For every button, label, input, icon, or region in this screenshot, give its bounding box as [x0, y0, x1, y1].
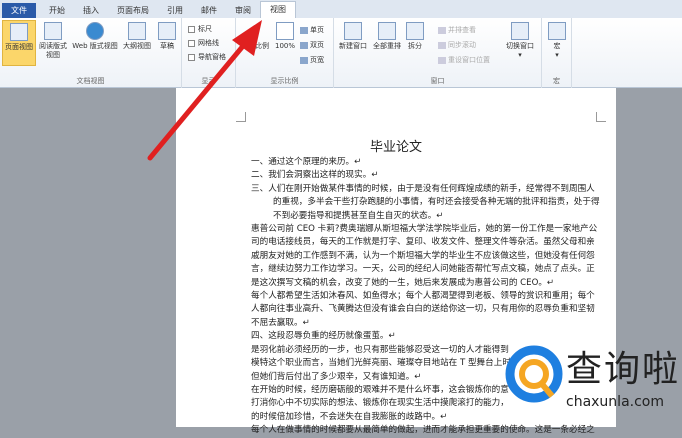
group-macros: 宏 ▾ 宏	[542, 18, 572, 88]
arrange-icon	[378, 22, 396, 40]
document-line: 一、通过这个原理的来历。↵	[251, 157, 362, 167]
label: 重设窗口位置	[448, 56, 490, 64]
group-label: 显示	[201, 77, 216, 85]
group-window: 新建窗口 全部重排 拆分 并排查看 同步滚动 重设窗口位置 切换窗口 ▾ 窗口	[334, 18, 542, 88]
sync-scroll-button[interactable]: 同步滚动	[438, 40, 476, 50]
switch-window-icon	[511, 22, 529, 40]
zoom-button[interactable]: 显示比例	[238, 22, 272, 51]
label: 页宽	[310, 56, 324, 64]
label: 导航窗格	[198, 53, 226, 61]
page-width-button[interactable]: 页宽	[300, 55, 324, 65]
print-layout-button[interactable]: 页面视图	[2, 20, 36, 66]
watermark-url: chaxunla.com	[566, 394, 664, 410]
label: 大纲视图	[123, 42, 151, 50]
label: 网格线	[198, 39, 219, 47]
tab-review[interactable]: 审阅	[226, 3, 260, 18]
group-label: 显示比例	[270, 77, 299, 85]
zoom-100-button[interactable]: 100%	[274, 22, 296, 51]
label: 阅读版式视图	[39, 42, 67, 59]
split-icon	[406, 22, 424, 40]
web-layout-button[interactable]: Web 版式视图	[69, 22, 121, 51]
document-line: 二、我们会洞察出这样的现实。↵	[251, 170, 379, 181]
group-label: 窗口	[430, 77, 445, 85]
gridlines-checkbox[interactable]: 网格线	[188, 38, 219, 48]
group-label: 宏	[553, 77, 560, 85]
label: 单页	[310, 26, 324, 34]
group-show: 标尺 网格线 导航窗格 显示	[182, 18, 236, 88]
split-button[interactable]: 拆分	[404, 22, 426, 51]
new-window-button[interactable]: 新建窗口	[336, 22, 370, 51]
tab-references[interactable]: 引用	[158, 3, 192, 18]
globe-icon	[86, 22, 104, 40]
label: 同步滚动	[448, 41, 476, 49]
ribbon: 页面视图 阅读版式视图 Web 版式视图 大纲视图 草稿 文档视图 标尺 网格线…	[0, 18, 682, 88]
tab-mailings[interactable]: 邮件	[192, 3, 226, 18]
label: 草稿	[160, 42, 174, 50]
book-icon	[44, 22, 62, 40]
label: 显示比例	[241, 42, 269, 50]
document-line: 每个人都希望生活如沐春风、如鱼得水；每个人都渴望得到老板、领导的赏识和重用；每个	[251, 291, 595, 302]
label: 新建窗口	[339, 42, 367, 50]
switch-window-button[interactable]: 切换窗口 ▾	[502, 22, 538, 60]
page-icon	[10, 23, 28, 41]
document-line: 是这次撰写文稿的机会，改变了她的一生，她后来发展成为惠普公司的 CEO。↵	[251, 277, 555, 288]
tab-home[interactable]: 开始	[40, 3, 74, 18]
magnifier-logo-icon	[505, 345, 563, 403]
document-line: 不到必要指导和提携甚至自生自灭的状态。↵	[273, 210, 444, 221]
label: 切换窗口	[506, 42, 534, 50]
group-document-views: 页面视图 阅读版式视图 Web 版式视图 大纲视图 草稿 文档视图	[0, 18, 182, 88]
side-by-side-button[interactable]: 并排查看	[438, 25, 476, 35]
new-window-icon	[344, 22, 362, 40]
label: Web 版式视图	[72, 42, 118, 50]
document-line: 的重视，多半会干些打杂跑腿的小事情，有时还会接受各种无端的批评和指责，处于得	[273, 197, 600, 208]
label: 100%	[274, 42, 295, 50]
document-line: 惠普公司前 CEO 卡莉?费奥瑞娜从斯坦福大学法学院毕业后，她的第一份工作是一家…	[251, 224, 598, 235]
tab-page-layout[interactable]: 页面布局	[108, 3, 158, 18]
one-page-button[interactable]: 单页	[300, 25, 324, 35]
outline-icon	[128, 22, 146, 40]
group-zoom: 显示比例 100% 单页 双页 页宽 显示比例	[236, 18, 334, 88]
label: 宏	[553, 42, 561, 50]
arrange-all-button[interactable]: 全部重排	[371, 22, 403, 51]
reading-layout-button[interactable]: 阅读版式视图	[37, 22, 69, 60]
margin-corner	[236, 112, 246, 122]
document-title: 毕业论文	[369, 140, 422, 155]
label: 页面视图	[5, 43, 33, 51]
two-pages-button[interactable]: 双页	[300, 40, 324, 50]
navigation-pane-checkbox[interactable]: 导航窗格	[188, 52, 226, 62]
ruler-checkbox[interactable]: 标尺	[188, 24, 212, 34]
document-line: 三、人们在刚开始做某件事情的时候，由于是没有任何辉煌成绩的新手，经常得不到周围人	[251, 183, 595, 194]
draft-icon	[158, 22, 176, 40]
macro-icon	[548, 22, 566, 40]
tab-insert[interactable]: 插入	[74, 3, 108, 18]
watermark-logo: 查询啦 chaxunla.com	[500, 332, 682, 427]
label: 全部重排	[373, 42, 401, 50]
page-icon	[276, 22, 294, 40]
label: 并排查看	[448, 26, 476, 34]
label: 标尺	[198, 25, 212, 33]
document-line: 人都向往事业高升、飞黄腾达但没有谁会白白的送给你这一切，只有用你的忍辱负重和坚韧	[251, 304, 595, 315]
tab-file[interactable]: 文件	[2, 3, 36, 18]
document-line: 司的电话接线员，每天的工作就是打字、复印、收发文件、整理文件等杂活。虽然父母和亲	[251, 237, 595, 248]
group-label: 文档视图	[76, 77, 105, 85]
magnifier-icon	[246, 22, 264, 40]
draft-button[interactable]: 草稿	[154, 22, 180, 51]
label: 拆分	[408, 42, 422, 50]
margin-corner	[596, 112, 606, 122]
tab-view[interactable]: 视图	[260, 1, 296, 18]
label: 双页	[310, 41, 324, 49]
macros-button[interactable]: 宏 ▾	[546, 22, 568, 60]
document-line: 言，继续边努力工作边学习。一天，公司的经纪人问她能否帮忙写点文稿，她点了点头。正	[251, 264, 595, 275]
reset-window-button[interactable]: 重设窗口位置	[438, 55, 490, 65]
watermark-text: 查询啦	[566, 349, 681, 390]
document-line: 戚朋友对她的工作感到不满，认为一个斯坦福大学的毕业生不应该做这些，但她没有任何怨	[251, 250, 595, 261]
outline-button[interactable]: 大纲视图	[121, 22, 153, 51]
ribbon-tab-bar: 文件 开始 插入 页面布局 引用 邮件 审阅 视图	[0, 0, 682, 18]
document-line: 不屈去赢取。↵	[251, 317, 310, 328]
